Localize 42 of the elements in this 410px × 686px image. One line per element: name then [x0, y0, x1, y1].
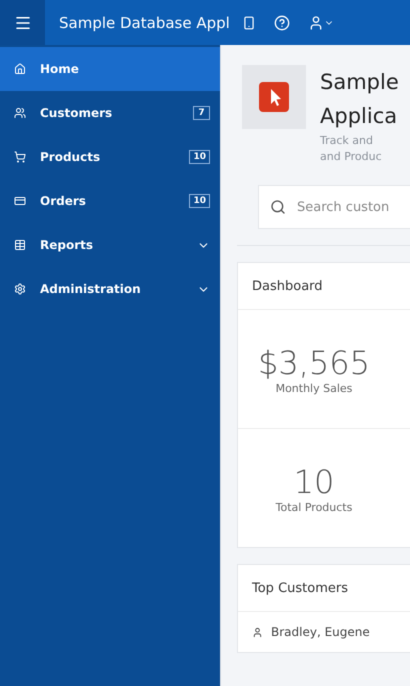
item-label: Products [40, 150, 102, 164]
count-badge: 10 [189, 194, 210, 208]
sidebar-item[interactable]: Products 10 [0, 135, 220, 179]
sidebar-item[interactable]: Orders 10 [0, 179, 220, 223]
metric-label: Monthly Sales [276, 382, 352, 394]
card-title: Dashboard [238, 263, 410, 310]
cart-icon [14, 151, 26, 163]
sidebar-item[interactable]: Customers 7 [0, 91, 220, 135]
customer-name[interactable]: Bradley, Eugene [271, 625, 370, 639]
database-icon [259, 79, 289, 115]
table-icon [14, 239, 26, 251]
count-badge: 7 [193, 106, 210, 120]
card-icon [14, 195, 26, 207]
app-title: Sample Database Appl [59, 14, 230, 32]
sidebar-item[interactable]: Administration [0, 267, 220, 311]
item-label: Reports [40, 238, 94, 252]
people-icon [14, 107, 26, 119]
card-title: Top Customers [238, 565, 410, 612]
count-badge: 10 [189, 150, 210, 164]
hero-title: Applica [320, 103, 398, 130]
sidebar-item[interactable]: Reports [0, 223, 220, 267]
settings-icon [14, 283, 26, 295]
help-icon[interactable] [274, 14, 290, 30]
person-icon [252, 626, 263, 638]
home-icon [14, 63, 26, 75]
menu-button[interactable] [0, 0, 45, 45]
item-label: Customers [40, 106, 114, 120]
hero-title: Sample [320, 69, 399, 96]
metric-value: $3,565 [258, 344, 370, 382]
item-label: Orders [40, 194, 87, 208]
hero-description: Track and [320, 133, 374, 149]
search-icon [270, 199, 286, 215]
sidebar-item[interactable]: Home [0, 47, 220, 91]
user-icon [308, 14, 324, 30]
metric-value: 10 [294, 462, 334, 500]
hero-description: and Produc [320, 149, 383, 165]
metric-label: Total Products [276, 500, 352, 514]
phone-icon[interactable] [242, 16, 256, 30]
item-label: Administration [40, 282, 142, 296]
search-field[interactable]: Search custon [258, 185, 410, 229]
item-label: Home [40, 62, 80, 76]
user-menu-button[interactable] [308, 14, 334, 30]
